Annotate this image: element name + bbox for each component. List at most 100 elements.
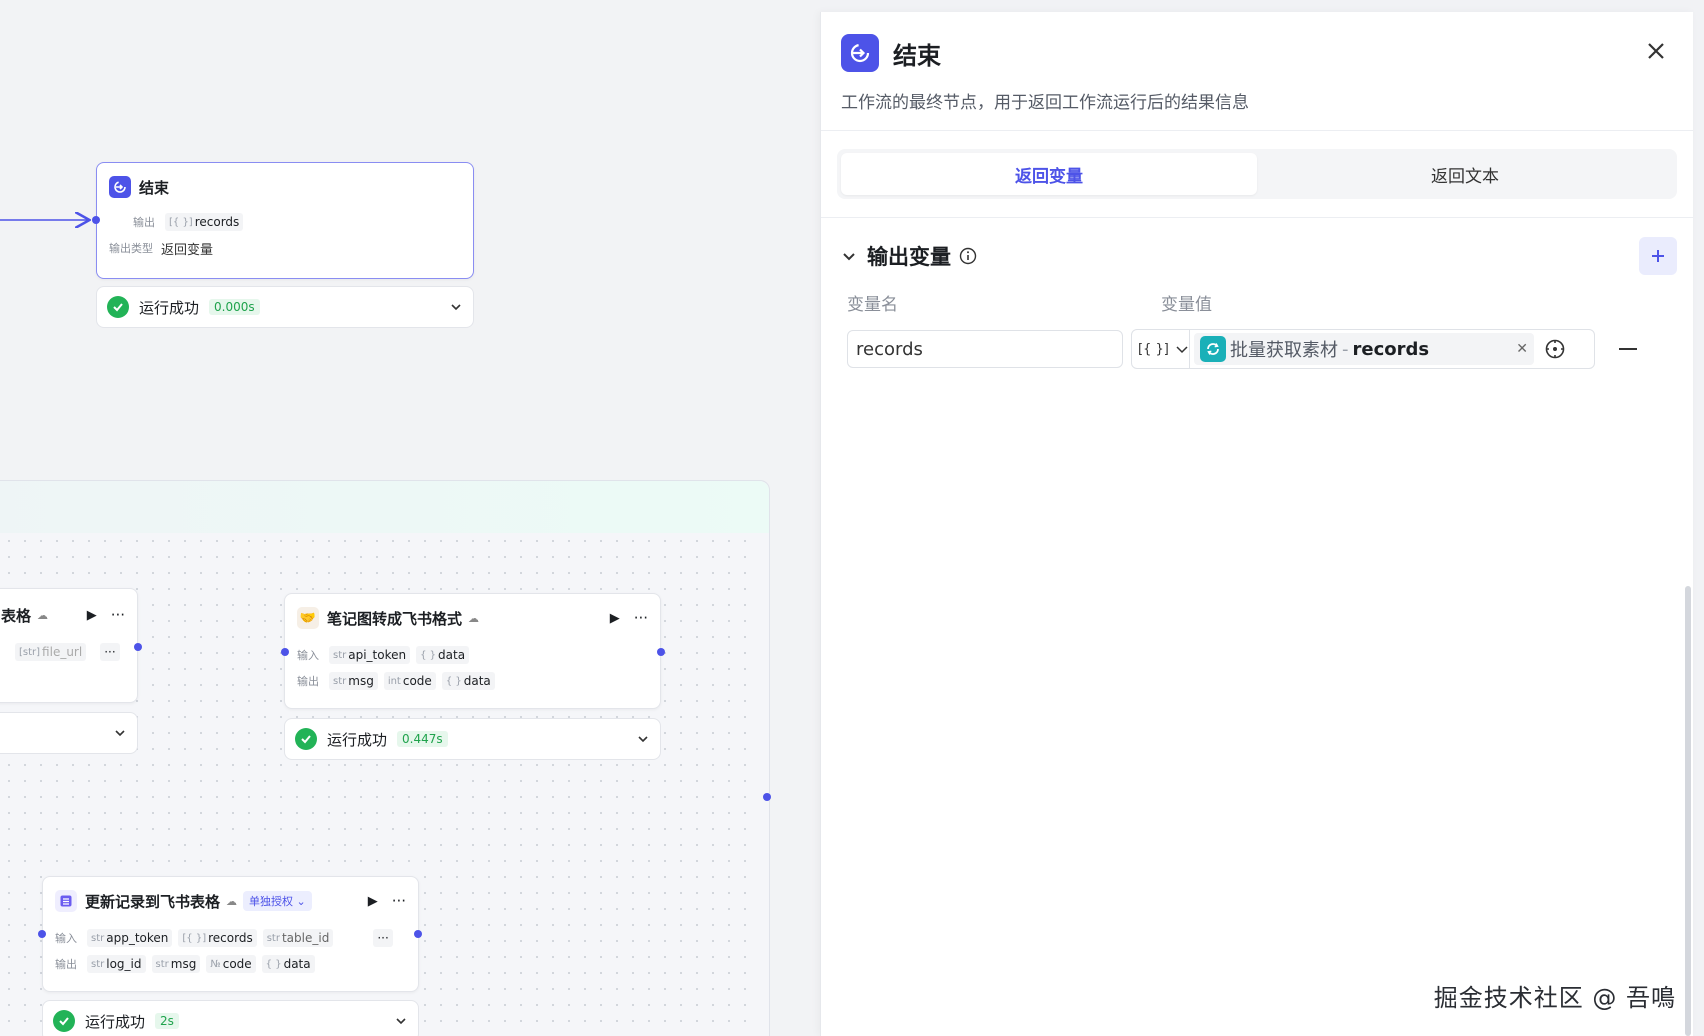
- status-text: 运行成功: [85, 1012, 146, 1031]
- output-tag: str msg: [329, 672, 378, 690]
- node-config-panel: 结束 工作流的最终节点，用于返回工作流运行后的结果信息 返回变量 返回文本 输出…: [820, 12, 1693, 1036]
- workflow-canvas[interactable]: 结束 输出 [{ }] records 输出类型 返回变量 运行成功 0.000s…: [0, 0, 820, 1036]
- end-node-title: 结束: [139, 178, 170, 197]
- output-var-tag: [{ }] records: [165, 213, 244, 231]
- panel-scrollbar[interactable]: [1685, 586, 1691, 1036]
- check-icon: [107, 296, 129, 318]
- input-tag: { } data: [416, 646, 470, 664]
- tab-return-text[interactable]: 返回文本: [1257, 153, 1673, 195]
- cloud-icon: ☁: [37, 608, 49, 622]
- table-icon: [55, 890, 77, 912]
- remove-variable-button[interactable]: [1619, 348, 1637, 350]
- update-node-title: 更新记录到飞书表格: [85, 892, 221, 911]
- chevron-down-icon: [1176, 346, 1188, 354]
- duration-badge: 0.447s: [397, 731, 448, 747]
- input-label: 输入: [55, 932, 77, 945]
- variable-value-reference[interactable]: [{ }] 批量获取素材 - records ✕: [1131, 329, 1595, 369]
- more-icon[interactable]: ···: [392, 892, 406, 910]
- end-node[interactable]: 结束 输出 [{ }] records 输出类型 返回变量: [96, 162, 474, 279]
- output-label: 输出: [297, 675, 319, 688]
- more-tags[interactable]: ···: [373, 929, 393, 947]
- check-icon: [295, 728, 317, 750]
- col-variable-name: 变量名: [847, 295, 898, 315]
- chevron-down-icon[interactable]: [113, 726, 127, 740]
- table-node-title: 表格: [1, 606, 32, 625]
- input-tag: str table_id: [262, 929, 334, 947]
- output-tag: { } data: [441, 672, 495, 690]
- output-type-value: 返回变量: [161, 242, 214, 258]
- input-tag: str app_token: [87, 929, 173, 947]
- reference-variable: records: [1352, 338, 1430, 360]
- output-tag: str log_id: [87, 955, 146, 973]
- run-icon[interactable]: ▶: [87, 608, 97, 623]
- end-node-status[interactable]: 运行成功 0.000s: [96, 286, 474, 328]
- end-node-input-port[interactable]: [92, 216, 100, 224]
- convert-node-input-port[interactable]: [281, 648, 289, 656]
- input-tag: str api_token: [329, 646, 411, 664]
- reference-source-node: 批量获取素材: [1230, 340, 1338, 361]
- check-icon: [53, 1010, 75, 1032]
- status-text: 运行成功: [139, 298, 200, 317]
- variable-row: records [{ }] 批量获取素材 - records ✕: [847, 329, 1693, 369]
- watermark: 掘金技术社区 @ 吾鳴: [1433, 984, 1676, 1012]
- run-icon[interactable]: ▶: [610, 611, 620, 626]
- more-icon[interactable]: ···: [634, 609, 648, 627]
- chevron-down-icon[interactable]: [636, 732, 650, 746]
- cloud-icon: ☁: [468, 611, 480, 625]
- chevron-down-icon[interactable]: [841, 248, 857, 264]
- output-tag: № code: [206, 955, 256, 973]
- variable-name-input[interactable]: records: [847, 330, 1123, 368]
- table-node[interactable]: 表格 ☁ ▶ ··· [str] file_url ···: [0, 588, 138, 703]
- panel-title: 结束: [893, 42, 941, 70]
- auth-badge[interactable]: 单独授权 ⌄: [243, 891, 312, 911]
- convert-node-status[interactable]: 运行成功 0.447s: [284, 718, 661, 760]
- output-vars-section-header: 输出变量: [841, 236, 1677, 276]
- update-node-status[interactable]: 运行成功 2s: [42, 1000, 419, 1036]
- clear-reference-icon[interactable]: ✕: [1516, 341, 1528, 357]
- col-variable-value: 变量值: [1161, 295, 1212, 315]
- more-icon[interactable]: ···: [111, 606, 125, 624]
- variable-picker-icon[interactable]: [1544, 338, 1566, 360]
- update-node-output-port[interactable]: [414, 930, 422, 938]
- convert-node-title: 笔记图转成飞书格式: [327, 609, 463, 628]
- input-label: 输入: [297, 649, 319, 662]
- duration-badge: 2s: [155, 1013, 179, 1029]
- file-url-tag: [str] file_url: [15, 643, 87, 661]
- section-title: 输出变量: [867, 245, 951, 269]
- convert-node[interactable]: 🤝 笔记图转成飞书格式 ☁ ▶ ··· 输入 str api_token { } d…: [284, 593, 661, 709]
- output-label: 输出: [133, 216, 155, 229]
- exit-icon: [841, 34, 879, 72]
- input-tag: [{ }] records: [178, 929, 257, 947]
- more-tags[interactable]: ···: [100, 643, 120, 661]
- variable-columns-header: 变量名 变量值: [847, 290, 1693, 315]
- panel-description: 工作流的最终节点，用于返回工作流运行后的结果信息: [841, 93, 1249, 113]
- add-variable-button[interactable]: [1639, 237, 1677, 275]
- output-label: 输出: [55, 958, 77, 971]
- return-mode-tabs: 返回变量 返回文本: [837, 149, 1677, 199]
- tab-return-variable[interactable]: 返回变量: [841, 153, 1257, 195]
- table-node-status[interactable]: [0, 712, 138, 754]
- close-icon[interactable]: [1643, 38, 1669, 64]
- run-icon[interactable]: ▶: [368, 894, 378, 909]
- exit-icon: [109, 176, 131, 198]
- convert-node-output-port[interactable]: [657, 648, 665, 656]
- output-tag: int code: [383, 672, 436, 690]
- loop-icon: [1200, 336, 1226, 362]
- info-icon[interactable]: [959, 247, 977, 265]
- chevron-down-icon[interactable]: [449, 300, 463, 314]
- update-node[interactable]: 更新记录到飞书表格 ☁ 单独授权 ⌄ ▶ ··· 输入 str app_token…: [42, 876, 419, 992]
- group-output-port[interactable]: [763, 793, 771, 801]
- output-type-label: 输出类型: [109, 242, 153, 255]
- handshake-icon: 🤝: [297, 607, 319, 629]
- chevron-down-icon[interactable]: [394, 1014, 408, 1028]
- duration-badge: 0.000s: [209, 299, 260, 315]
- output-tag: { } data: [261, 955, 315, 973]
- reference-chip[interactable]: 批量获取素材 - records ✕: [1194, 333, 1534, 365]
- type-selector[interactable]: [{ }]: [1132, 330, 1190, 368]
- output-tag: str msg: [151, 955, 201, 973]
- table-node-output-port[interactable]: [134, 643, 142, 651]
- plus-icon: [1652, 250, 1664, 262]
- cloud-icon: ☁: [226, 894, 238, 908]
- update-node-input-port[interactable]: [38, 930, 46, 938]
- status-text: 运行成功: [327, 730, 388, 749]
